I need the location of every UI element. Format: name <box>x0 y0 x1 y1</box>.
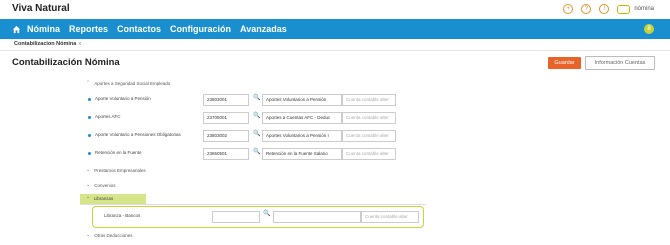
code-input[interactable]: 23650501 <box>203 148 249 160</box>
breadcrumb: Contabilizacion Nómina x <box>0 39 670 51</box>
row-label: Aporte Voluntario a Pensiones Obligatori… <box>95 132 181 137</box>
top-bar: Viva Natural + ? ! nómina <box>0 0 670 19</box>
code-input[interactable] <box>212 211 260 223</box>
nav-item-reportes[interactable]: Reportes <box>69 24 108 34</box>
section-libranzas[interactable]: ⌃ Libranzas <box>80 194 146 204</box>
chevron-down-icon: ⌄ <box>86 167 91 173</box>
nav-item-avanzadas[interactable]: Avanzadas <box>240 24 287 34</box>
app-title: Viva Natural <box>12 3 70 14</box>
bullet-icon <box>88 134 91 137</box>
section-aportes-ss[interactable]: ⌃ Aportes a Seguridad Social Empleado <box>86 80 170 86</box>
alt-account-input[interactable]: Cuenta contable alter <box>342 94 396 106</box>
divider <box>80 204 426 205</box>
notification-badge[interactable]: 8 <box>644 24 654 34</box>
section-label: Libranzas <box>93 196 114 201</box>
section-prestamos[interactable]: ⌄ Prestamos Empresariales <box>86 167 146 173</box>
code-input[interactable]: 23803002 <box>203 130 249 142</box>
section-label: Prestamos Empresariales <box>94 167 146 173</box>
code-input[interactable]: 23803001 <box>203 94 249 106</box>
question-icon[interactable]: ? <box>581 4 592 14</box>
search-icon[interactable]: 🔍 <box>253 94 260 101</box>
user-name[interactable]: nómina <box>634 6 654 12</box>
nav-item-configuracion[interactable]: Configuración <box>170 24 231 34</box>
nav-item-nomina[interactable]: Nómina <box>27 24 60 34</box>
bullet-icon <box>88 116 91 119</box>
user-icon[interactable] <box>617 4 631 14</box>
section-label: Aportes a Seguridad Social Empleado <box>94 80 171 86</box>
bullet-icon <box>88 152 91 155</box>
search-icon[interactable]: 🔍 <box>253 148 260 155</box>
plus-icon[interactable]: + <box>563 4 574 14</box>
bell-icon[interactable]: ! <box>599 4 610 14</box>
alt-account-input[interactable]: Cuenta contable alter <box>342 112 396 124</box>
section-convenios[interactable]: ⌄ Convenios <box>86 182 115 188</box>
search-icon[interactable]: 🔍 <box>253 112 260 119</box>
search-icon[interactable]: 🔍 <box>253 130 260 137</box>
code-input[interactable]: 23705001 <box>203 112 249 124</box>
tab-contabilizacion[interactable]: Contabilizacion Nómina x <box>14 41 81 47</box>
row-label: Libranza - Bancos <box>104 213 141 218</box>
page-title: Contabilización Nómina <box>12 57 120 68</box>
section-otras-deducciones[interactable]: ⌄ Otras Deducciones <box>86 232 132 238</box>
account-input[interactable]: Aportes Voluntarios a Pensión I <box>262 130 342 142</box>
top-icons: + ? ! nómina <box>563 4 654 14</box>
home-icon[interactable] <box>12 25 21 34</box>
account-input[interactable]: Aportes a Cuentas AFC - Deduc <box>262 112 342 124</box>
main-nav: Nómina Reportes Contactos Configuración … <box>0 19 670 39</box>
chevron-down-icon: ⌄ <box>86 182 91 188</box>
nav-item-contactos[interactable]: Contactos <box>117 24 161 34</box>
alt-account-input[interactable]: Cuenta contable alter <box>342 148 396 160</box>
close-tab-icon[interactable]: x <box>78 41 81 47</box>
chevron-up-icon: ⌃ <box>86 80 91 86</box>
account-input[interactable]: Aportes Voluntarios a Pensión <box>262 94 342 106</box>
account-input[interactable]: Retención en la Fuente Salario <box>262 148 342 160</box>
row-label: Aporte Voluntario a Pensión <box>95 96 151 101</box>
section-label: Convenios <box>94 182 116 188</box>
chevron-down-icon: ⌄ <box>86 232 91 238</box>
save-button[interactable]: Guardar <box>548 57 581 69</box>
search-icon[interactable]: 🔍 <box>263 210 270 217</box>
account-input[interactable] <box>273 211 361 223</box>
chevron-up-icon: ⌃ <box>86 196 90 201</box>
section-label: Otras Deducciones <box>94 232 133 238</box>
tab-label: Contabilizacion Nómina <box>14 41 77 47</box>
bullet-icon <box>88 98 91 101</box>
row-label: Retención en la Fuente <box>95 150 142 155</box>
alt-account-input[interactable]: Cuenta contable alter <box>361 211 419 223</box>
info-accounts-button[interactable]: Información Cuentas <box>585 56 655 70</box>
alt-account-input[interactable]: Cuenta contable alter <box>342 130 396 142</box>
row-label: Aportes AFC <box>95 114 121 119</box>
